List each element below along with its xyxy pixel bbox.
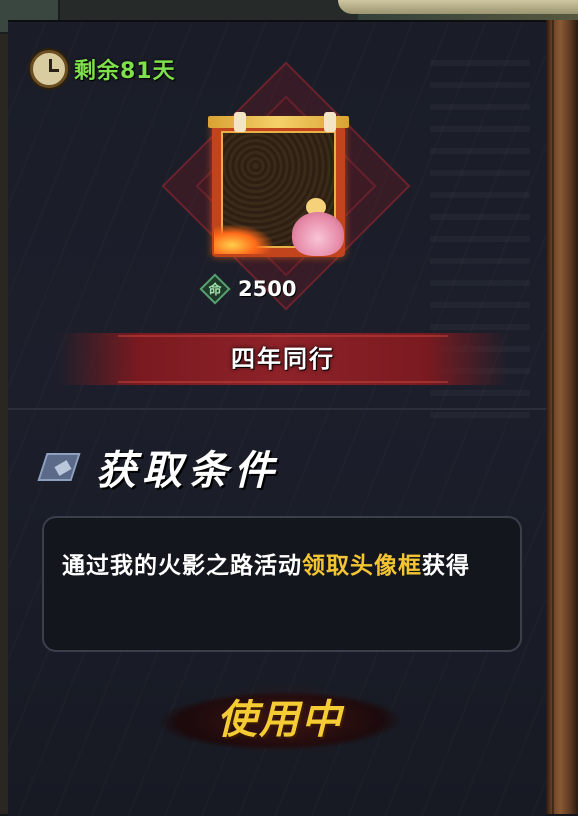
frame-bow-right xyxy=(324,112,336,132)
condition-text-part1: 通过我的火影之路活动 xyxy=(62,553,302,579)
condition-text: 通过我的火影之路活动领取头像框获得 xyxy=(62,550,502,582)
condition-highlight: 领取头像框 xyxy=(302,553,422,579)
cake-decoration xyxy=(292,212,344,256)
price-value: 2500 xyxy=(238,277,297,301)
gem-icon-text: 命 xyxy=(208,283,222,298)
item-name: 四年同行 xyxy=(231,345,335,373)
condition-heading: 获取条件 xyxy=(37,438,280,496)
clock-icon xyxy=(30,50,68,88)
price: 命 2500 xyxy=(199,273,297,305)
condition-box: 通过我的火影之路活动领取头像框获得 xyxy=(42,516,522,652)
in-use-label: 使用中 xyxy=(217,696,343,743)
wooden-border xyxy=(546,20,578,814)
section-divider xyxy=(8,408,546,410)
in-use-button[interactable]: 使用中 xyxy=(153,680,407,760)
scroll-chip-icon xyxy=(37,443,86,491)
item-name-ribbon: 四年同行 xyxy=(58,333,508,385)
condition-text-part2: 获得 xyxy=(422,553,470,579)
frame-bow-left xyxy=(234,112,246,132)
condition-title: 获取条件 xyxy=(96,447,280,494)
top-right-scroll-decoration xyxy=(338,0,578,14)
left-edge xyxy=(0,34,8,814)
ming-gem-icon: 命 xyxy=(199,273,231,305)
remaining-days-text: 剩余81天 xyxy=(74,59,176,84)
flame-decoration xyxy=(214,224,274,254)
remaining-time: 剩余81天 xyxy=(30,50,176,88)
